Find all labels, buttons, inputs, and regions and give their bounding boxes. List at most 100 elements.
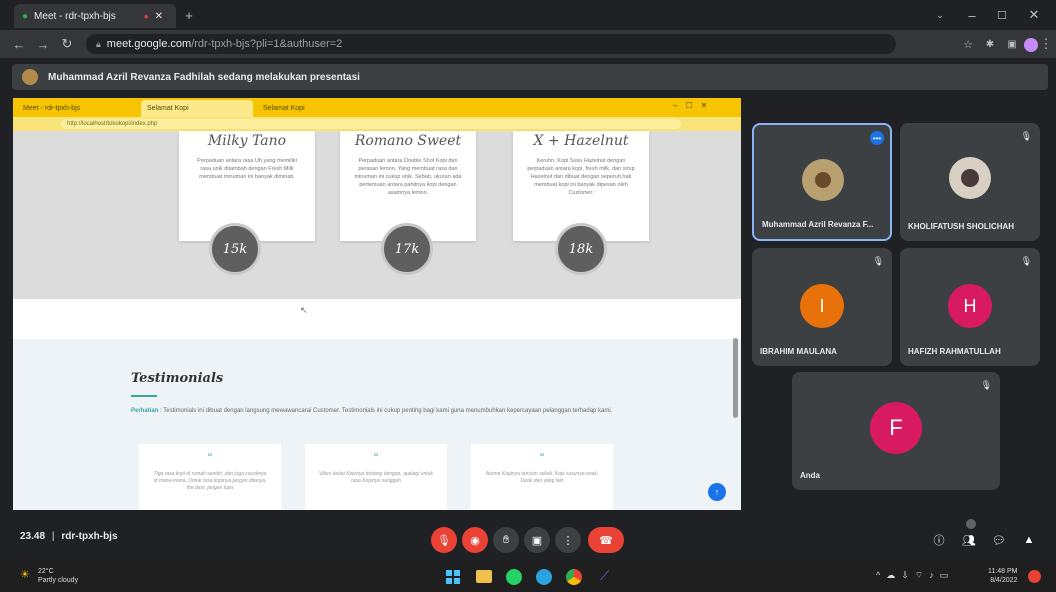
mic-off-icon: 🎙︎ (1020, 256, 1032, 266)
inner-window-controls: –☐✕ (673, 101, 716, 110)
url-path: /rdr-tpxh-bjs?pli=1&authuser=2 (191, 38, 343, 50)
mouse-cursor-icon: ↖ (300, 305, 308, 315)
participant-photo (802, 159, 844, 201)
meeting-info-separator: | (51, 531, 55, 542)
clock-date: 8/4/2022 (990, 577, 1018, 584)
participant-name: IBRAHIM MAULANA (760, 347, 837, 356)
people-count-badge (966, 519, 976, 529)
participant-initial-avatar: I (800, 284, 844, 328)
start-button[interactable] (446, 570, 460, 584)
participant-initial-avatar: H (948, 284, 992, 328)
inner-scrollbar[interactable] (733, 338, 738, 418)
file-explorer-icon[interactable] (476, 570, 492, 583)
scroll-top-button[interactable]: ↑ (708, 483, 726, 501)
tab-search-icon[interactable]: ⌄ (930, 6, 950, 24)
inner-tab: Selamat Kopi (141, 100, 253, 117)
system-clock[interactable]: 11:48 PM 8/4/2022 (988, 567, 1017, 585)
testimonial-card: ❝ Tiga rasa kopi di rumah sendiri, dan j… (139, 444, 281, 510)
participant-name: Anda (800, 471, 820, 480)
mic-off-icon: 🎙︎ (980, 380, 992, 390)
testimonials-heading: Testimonials (131, 371, 224, 386)
forward-button[interactable]: → (34, 34, 52, 54)
heading-underline (131, 395, 157, 397)
speaking-indicator-icon: ••• (870, 131, 884, 145)
lead-bold: Perhatian (131, 408, 159, 414)
product-name: Milky Tano (207, 133, 287, 149)
whatsapp-icon[interactable] (506, 569, 522, 585)
leave-call-button[interactable]: ☎︎ (588, 527, 624, 553)
minimize-button[interactable]: – (962, 6, 982, 24)
presenting-banner: Muhammad Azril Revanza Fadhilah sedang m… (12, 64, 1048, 90)
testimonial-text: Vibes kedai Kopinya tentang dengan, apal… (319, 471, 433, 484)
meet-favicon-icon: ● (22, 10, 29, 22)
camera-toggle-button[interactable]: ◉ (462, 527, 488, 553)
participant-name: Muhammad Azril Revanza F... (762, 220, 874, 229)
os-taskbar: ☀ 22°C Partly cloudy ⟋ ^☁⇩⌔♪▭ 11:48 PM 8… (0, 562, 1056, 592)
bookmark-star-icon[interactable]: ☆ (960, 34, 976, 54)
participant-name: HAFIZH RAHMATULLAH (908, 347, 1001, 356)
inner-tab: Selamat Kopi (263, 105, 305, 112)
weather-widget[interactable]: 22°C Partly cloudy (38, 567, 78, 585)
mic-toggle-button[interactable]: 🎙︎ (431, 527, 457, 553)
participant-tile[interactable]: 🎙︎ I IBRAHIM MAULANA (752, 248, 892, 366)
participant-tile[interactable]: 🎙︎ KHOLIFATUSH SHOLICHAH (900, 123, 1040, 241)
mic-off-icon: 🎙︎ (872, 256, 884, 266)
raise-hand-button[interactable]: ✋︎ (493, 527, 519, 553)
more-options-button[interactable]: ⋮ (555, 527, 581, 553)
section-divider: ↖ (13, 299, 741, 339)
chrome-icon[interactable] (566, 569, 582, 585)
product-description: Perpaduan antara rasa Uh yang memiliki r… (197, 158, 297, 180)
participant-initial-avatar: F (870, 402, 922, 454)
weather-desc: Partly cloudy (38, 577, 79, 584)
meeting-code: rdr-tpxh-bjs (61, 531, 118, 542)
photo-head (961, 169, 979, 187)
testimonials-lead: Perhatian : Testimonials ini dibuat deng… (131, 407, 621, 415)
testimonials-section: Testimonials Perhatian : Testimonials in… (13, 339, 741, 510)
participant-name: KHOLIFATUSH SHOLICHAH (908, 222, 1015, 231)
product-description: Perpaduan antara Double Shot Kopi dan pe… (354, 158, 462, 196)
inner-tab: Meet - rdr-tpxh-bjs (23, 105, 81, 112)
meeting-details-icon[interactable]: ⓘ (926, 527, 952, 553)
vs-code-icon[interactable]: ⟋ (600, 568, 609, 584)
inner-url: http://localhost/tokokopi/index.php (61, 119, 681, 129)
testimonial-text: Aroma Kopinya tercium sekali. Kopi susun… (485, 471, 599, 484)
side-panel-icon[interactable]: ▣ (1004, 34, 1020, 54)
presenting-text: Muhammad Azril Revanza Fadhilah sedang m… (48, 71, 360, 83)
telegram-icon[interactable] (536, 569, 552, 585)
testimonial-card: ❝ Vibes kedai Kopinya tentang dengan, ap… (305, 444, 447, 510)
lock-icon: 🔒︎ (96, 38, 101, 49)
quote-icon: ❝ (207, 452, 213, 463)
system-tray-icons[interactable]: ^☁⇩⌔♪▭ (876, 570, 954, 581)
products-section: Milky Tano Perpaduan antara rasa Uh yang… (13, 131, 741, 299)
participant-tile[interactable]: ••• Muhammad Azril Revanza F... (752, 123, 892, 241)
photo-head (815, 172, 831, 188)
notification-badge[interactable] (1028, 570, 1041, 583)
more-menu-icon[interactable]: ⋮ (1040, 34, 1053, 54)
maximize-button[interactable]: ☐ (992, 6, 1012, 24)
close-tab-icon[interactable]: ✕ (155, 11, 163, 22)
presenter-avatar (22, 69, 38, 85)
extensions-icon[interactable]: ✱ (982, 34, 998, 54)
testimonial-text: Tiga rasa kopi di rumah sendiri, dan jug… (153, 471, 267, 491)
people-icon[interactable]: 👥︎ (956, 527, 982, 553)
new-tab-button[interactable]: + (180, 6, 198, 24)
price-badge: 17k (381, 223, 433, 275)
testimonial-card: ❝ Aroma Kopinya tercium sekali. Kopi sus… (471, 444, 613, 510)
participant-tile-self[interactable]: 🎙︎ F Anda (792, 372, 1000, 490)
inner-tab-bar: Meet - rdr-tpxh-bjs Selamat Kopi Selamat… (13, 98, 741, 117)
profile-avatar[interactable] (1024, 38, 1038, 52)
close-window-button[interactable]: ✕ (1024, 6, 1044, 24)
omnibox[interactable]: 🔒︎ meet.google.com /rdr-tpxh-bjs?pli=1&a… (86, 34, 896, 54)
participant-tile[interactable]: 🎙︎ H HAFIZH RAHMATULLAH (900, 248, 1040, 366)
activities-icon[interactable]: ▲ (1016, 527, 1042, 553)
back-button[interactable]: ← (10, 34, 28, 54)
reload-button[interactable]: ↻ (58, 34, 76, 54)
chat-icon[interactable]: 💬︎ (986, 527, 1012, 553)
quote-icon: ❝ (373, 452, 379, 463)
shared-screen: Meet - rdr-tpxh-bjs Selamat Kopi Selamat… (13, 98, 741, 510)
weather-icon: ☀ (20, 569, 30, 581)
present-screen-button[interactable]: ▣ (524, 527, 550, 553)
browser-tab-meet[interactable]: ● Meet - rdr-tpxh-bjs ● ✕ (14, 4, 176, 28)
meeting-info: 23.48 | rdr-tpxh-bjs (20, 531, 118, 542)
product-name: Romano Sweet (354, 133, 462, 149)
